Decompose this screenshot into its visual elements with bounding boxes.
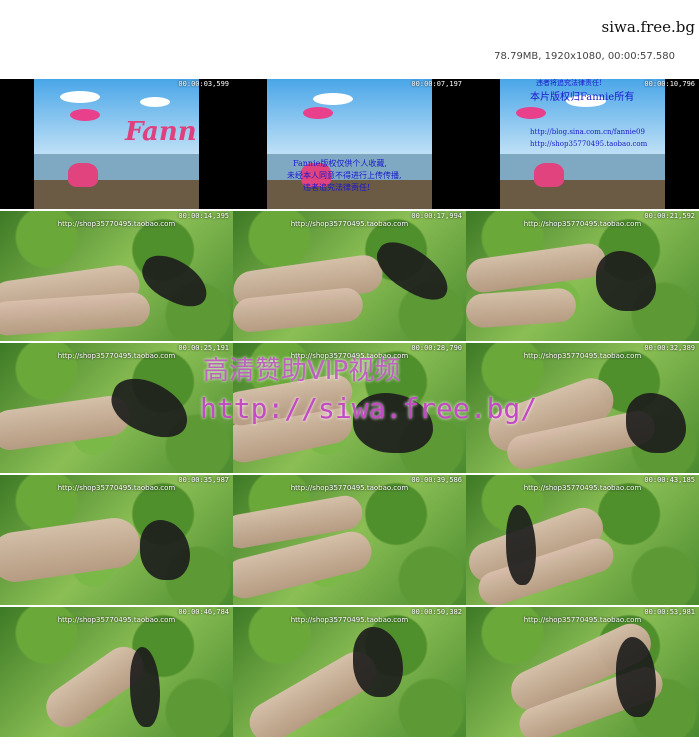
shop-watermark: http://shop35770495.taobao.com — [523, 220, 642, 228]
timestamp: 00:00:14,395 — [178, 212, 229, 220]
thumbnail-4[interactable]: http://shop35770495.taobao.com 00:00:14,… — [0, 211, 233, 341]
thumbnail-6[interactable]: http://shop35770495.taobao.com 00:00:21,… — [466, 211, 699, 341]
shop-watermark: http://shop35770495.taobao.com — [290, 484, 409, 492]
timestamp: 00:00:35,987 — [178, 476, 229, 484]
timestamp: 00:00:43,185 — [644, 476, 695, 484]
shop-watermark: http://shop35770495.taobao.com — [57, 352, 176, 360]
shop-watermark: http://shop35770495.taobao.com — [290, 616, 409, 624]
timestamp: 00:00:50,382 — [411, 608, 462, 616]
timestamp: 00:00:17,994 — [411, 212, 462, 220]
copyright-line-2: 未经本人同意不得进行上传传播, — [287, 171, 402, 180]
shop-watermark: http://shop35770495.taobao.com — [523, 616, 642, 624]
timestamp: 00:00:10,796 — [644, 80, 695, 88]
thumbnail-7[interactable]: http://shop35770495.taobao.com 00:00:25,… — [0, 343, 233, 473]
timestamp: 00:00:46,784 — [178, 608, 229, 616]
timestamp: 00:00:53,981 — [644, 608, 695, 616]
thumbnail-10[interactable]: http://shop35770495.taobao.com 00:00:35,… — [0, 475, 233, 605]
timestamp: 00:00:07,197 — [411, 80, 462, 88]
thumbnail-14[interactable]: http://shop35770495.taobao.com 00:00:50,… — [233, 607, 466, 737]
copyright-note: 违者将追究法律责任! — [536, 79, 602, 87]
site-name: siwa.free.bg — [601, 18, 696, 36]
shop-watermark: http://shop35770495.taobao.com — [57, 616, 176, 624]
thumbnail-3[interactable]: 违者将追究法律责任! 本片版权归Fannie所有 http://blog.sin… — [466, 79, 699, 209]
vip-overlay-text: 高清赞助VIP视频 — [203, 356, 401, 386]
timestamp: 00:00:03,599 — [178, 80, 229, 88]
timestamp: 00:00:28,790 — [411, 344, 462, 352]
thumbnail-12[interactable]: http://shop35770495.taobao.com 00:00:43,… — [466, 475, 699, 605]
blog-url: http://blog.sina.com.cn/fannie09 — [530, 128, 645, 136]
thumbnail-5[interactable]: http://shop35770495.taobao.com 00:00:17,… — [233, 211, 466, 341]
copyright-line-1: Fannie版权仅供个人收藏, — [293, 159, 387, 168]
shop-watermark: http://shop35770495.taobao.com — [57, 220, 176, 228]
thumbnail-13[interactable]: http://shop35770495.taobao.com 00:00:46,… — [0, 607, 233, 737]
shop-watermark: http://shop35770495.taobao.com — [523, 484, 642, 492]
thumbnail-11[interactable]: http://shop35770495.taobao.com 00:00:39,… — [233, 475, 466, 605]
vip-overlay-url[interactable]: http://siwa.free.bg/ — [200, 392, 537, 425]
thumbnail-15[interactable]: http://shop35770495.taobao.com 00:00:53,… — [466, 607, 699, 737]
shop-url: http://shop35770495.taobao.com — [530, 140, 648, 148]
timestamp: 00:00:32,389 — [644, 344, 695, 352]
header: siwa.free.bg 78.79MB, 1920x1080, 00:00:5… — [0, 0, 699, 78]
shop-watermark: http://shop35770495.taobao.com — [57, 484, 176, 492]
timestamp: 00:00:39,586 — [411, 476, 462, 484]
thumbnail-1[interactable]: Fann 00:00:03,599 — [0, 79, 233, 209]
timestamp: 00:00:21,592 — [644, 212, 695, 220]
thumbnail-2[interactable]: Fannie版权仅供个人收藏, 未经本人同意不得进行上传传播, 违者追究法律责任… — [233, 79, 466, 209]
copyright-owner: 本片版权归Fannie所有 — [530, 92, 635, 103]
file-meta: 78.79MB, 1920x1080, 00:00:57.580 — [494, 51, 675, 62]
fannie-logo: Fann — [125, 117, 197, 147]
copyright-line-3: 违者追究法律责任! — [303, 183, 371, 192]
shop-watermark: http://shop35770495.taobao.com — [523, 352, 642, 360]
shop-watermark: http://shop35770495.taobao.com — [290, 220, 409, 228]
